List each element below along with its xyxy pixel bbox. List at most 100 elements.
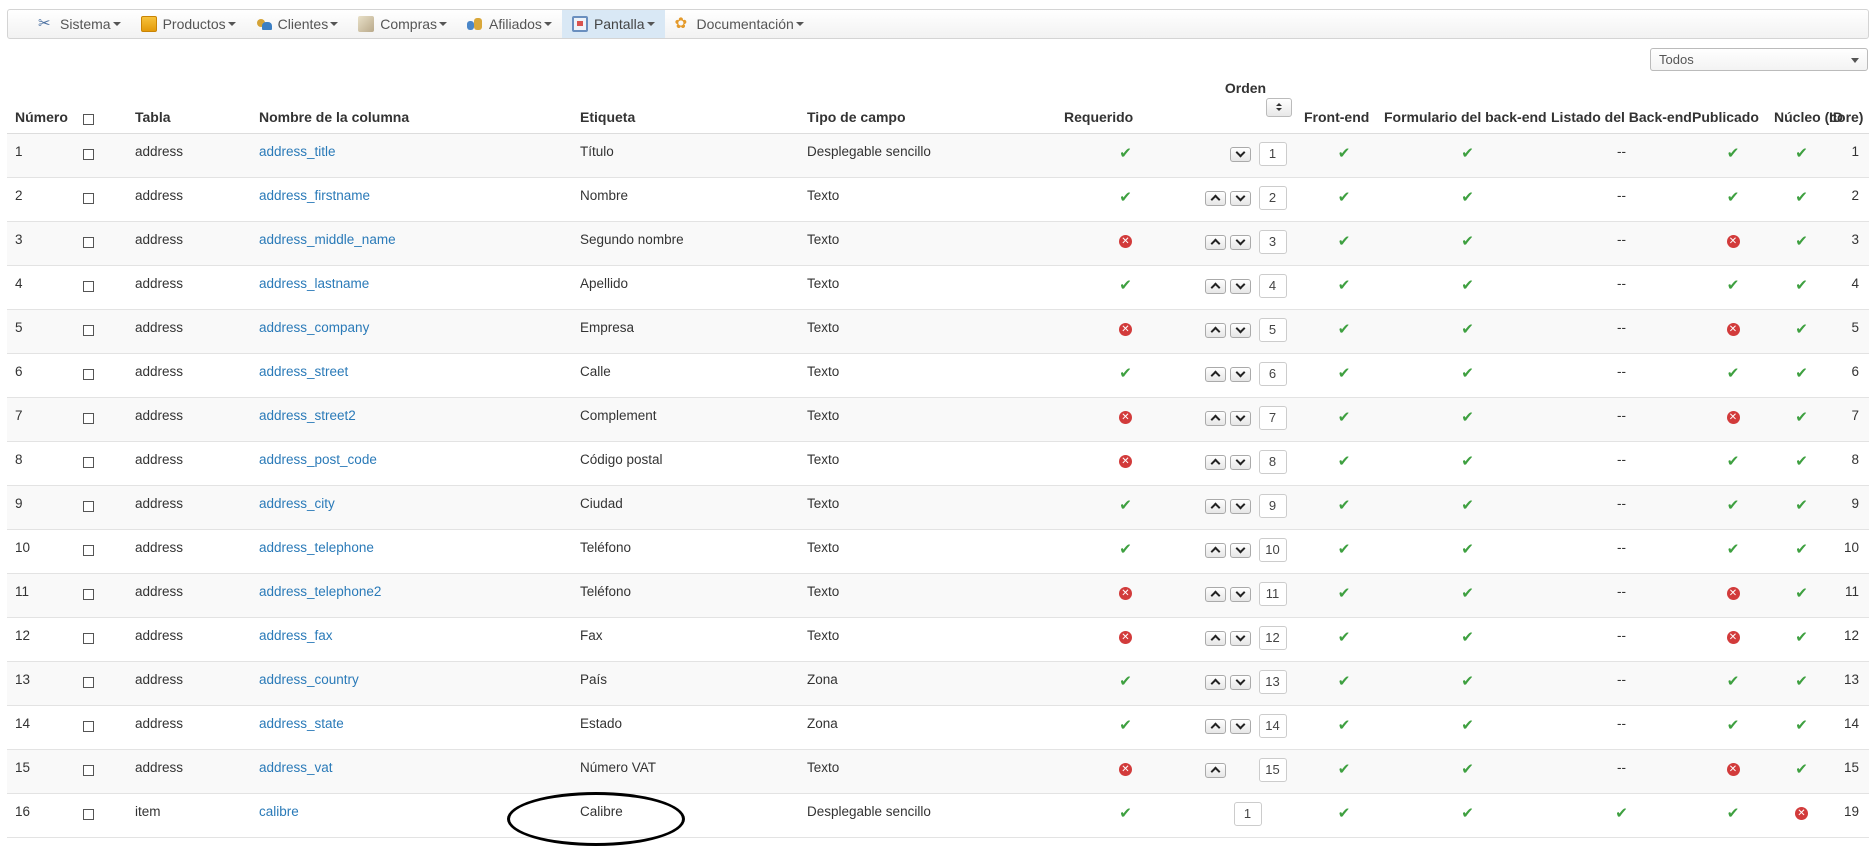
check-icon[interactable]: ✔	[1795, 760, 1808, 778]
row-checkbox[interactable]	[83, 148, 94, 160]
check-icon[interactable]: ✔	[1461, 716, 1474, 734]
move-down-button[interactable]	[1229, 322, 1251, 338]
check-icon[interactable]: ✔	[1338, 716, 1351, 734]
column-name-link[interactable]: address_vat	[259, 760, 333, 775]
column-name-link[interactable]: address_country	[259, 672, 359, 687]
column-name-link[interactable]: address_fax	[259, 628, 333, 643]
check-icon[interactable]: ✔	[1338, 496, 1351, 514]
order-input[interactable]: 1	[1233, 802, 1262, 826]
check-icon[interactable]: ✔	[1338, 144, 1351, 162]
header-form-backend[interactable]: Formulario del back-end	[1384, 80, 1551, 134]
order-input[interactable]: 10	[1258, 538, 1287, 562]
check-icon[interactable]: ✔	[1795, 672, 1808, 690]
move-down-button[interactable]	[1229, 586, 1251, 602]
header-id[interactable]: ID	[1829, 80, 1869, 134]
check-icon[interactable]: ✔	[1795, 276, 1808, 294]
check-icon[interactable]: ✔	[1461, 364, 1474, 382]
header-tipo[interactable]: Tipo de campo	[799, 80, 1064, 134]
column-name-link[interactable]: address_telephone2	[259, 584, 381, 599]
check-icon[interactable]: ✔	[1338, 584, 1351, 602]
move-down-button[interactable]	[1229, 410, 1251, 426]
row-checkbox[interactable]	[83, 720, 94, 732]
row-checkbox[interactable]	[83, 764, 94, 776]
move-up-button[interactable]	[1204, 410, 1226, 426]
header-numero[interactable]: Número	[7, 80, 75, 134]
check-icon[interactable]: ✔	[1338, 760, 1351, 778]
check-icon[interactable]: ✔	[1795, 628, 1808, 646]
menu-clientes[interactable]: Clientes	[246, 10, 349, 38]
cross-icon[interactable]: ✕	[1119, 235, 1132, 248]
cross-icon[interactable]: ✕	[1726, 763, 1740, 776]
check-icon[interactable]: ✔	[1795, 144, 1808, 162]
check-icon[interactable]: ✔	[1338, 452, 1351, 470]
row-checkbox[interactable]	[83, 544, 94, 556]
check-icon[interactable]: ✔	[1727, 804, 1740, 822]
cross-icon[interactable]: ✕	[1726, 323, 1740, 336]
header-requerido[interactable]: Requerido	[1064, 80, 1187, 134]
order-input[interactable]: 2	[1258, 186, 1287, 210]
check-icon[interactable]: ✔	[1461, 584, 1474, 602]
check-icon[interactable]: ✔	[1338, 628, 1351, 646]
move-up-button[interactable]	[1204, 674, 1226, 690]
menu-afiliados[interactable]: Afiliados	[457, 10, 562, 38]
column-name-link[interactable]: address_street2	[259, 408, 356, 423]
check-icon[interactable]: ✔	[1338, 804, 1351, 822]
order-input[interactable]: 4	[1258, 274, 1287, 298]
check-icon[interactable]: ✔	[1461, 232, 1474, 250]
row-checkbox[interactable]	[83, 236, 94, 248]
menu-sistema[interactable]: Sistema	[28, 10, 131, 38]
order-input[interactable]: 9	[1258, 494, 1287, 518]
move-up-button[interactable]	[1204, 190, 1226, 206]
header-publicado[interactable]: Publicado	[1692, 80, 1774, 134]
move-down-button[interactable]	[1229, 718, 1251, 734]
row-checkbox[interactable]	[83, 412, 94, 424]
move-up-button[interactable]	[1204, 718, 1226, 734]
check-icon[interactable]: ✔	[1795, 584, 1808, 602]
header-nucleo[interactable]: Núcleo (core)	[1774, 80, 1863, 134]
check-icon[interactable]: ✔	[1461, 276, 1474, 294]
row-checkbox[interactable]	[83, 632, 94, 644]
check-icon[interactable]: ✔	[1119, 144, 1132, 162]
order-input[interactable]: 13	[1258, 670, 1287, 694]
order-input[interactable]: 3	[1258, 230, 1287, 254]
menu-productos[interactable]: Productos	[131, 10, 246, 38]
column-name-link[interactable]: address_company	[259, 320, 369, 335]
check-icon[interactable]: ✔	[1727, 672, 1740, 690]
column-name-link[interactable]: address_city	[259, 496, 335, 511]
move-down-button[interactable]	[1229, 454, 1251, 470]
check-icon[interactable]: ✔	[1461, 188, 1474, 206]
check-icon[interactable]: ✔	[1795, 716, 1808, 734]
cross-icon[interactable]: ✕	[1726, 587, 1740, 600]
check-icon[interactable]: ✔	[1119, 188, 1132, 206]
check-icon[interactable]: ✔	[1338, 276, 1351, 294]
move-up-button[interactable]	[1204, 234, 1226, 250]
check-icon[interactable]: ✔	[1119, 364, 1132, 382]
check-icon[interactable]: ✔	[1338, 320, 1351, 338]
header-columna[interactable]: Nombre de la columna	[251, 80, 572, 134]
check-icon[interactable]: ✔	[1795, 408, 1808, 426]
header-list-backend[interactable]: Listado del Back-end	[1551, 80, 1692, 134]
menu-compras[interactable]: Compras	[348, 10, 457, 38]
column-name-link[interactable]: address_lastname	[259, 276, 369, 291]
order-input[interactable]: 5	[1258, 318, 1287, 342]
column-name-link[interactable]: address_state	[259, 716, 344, 731]
move-down-button[interactable]	[1229, 278, 1251, 294]
move-up-button[interactable]	[1204, 630, 1226, 646]
row-checkbox[interactable]	[83, 676, 94, 688]
check-icon[interactable]: ✔	[1461, 320, 1474, 338]
cross-icon[interactable]: ✕	[1119, 323, 1132, 336]
column-name-link[interactable]: calibre	[259, 804, 299, 819]
check-icon[interactable]: ✔	[1461, 496, 1474, 514]
move-up-button[interactable]	[1204, 278, 1226, 294]
header-orden-label[interactable]: Orden	[1187, 80, 1304, 96]
column-name-link[interactable]: address_post_code	[259, 452, 377, 467]
filter-select[interactable]: Todos	[1650, 48, 1868, 71]
move-down-button[interactable]	[1229, 190, 1251, 206]
check-icon[interactable]: ✔	[1795, 452, 1808, 470]
check-icon[interactable]: ✔	[1119, 496, 1132, 514]
check-icon[interactable]: ✔	[1119, 672, 1132, 690]
move-up-button[interactable]	[1204, 366, 1226, 382]
cross-icon[interactable]: ✕	[1119, 455, 1132, 468]
cross-icon[interactable]: ✕	[1119, 631, 1132, 644]
cross-icon[interactable]: ✕	[1119, 411, 1132, 424]
